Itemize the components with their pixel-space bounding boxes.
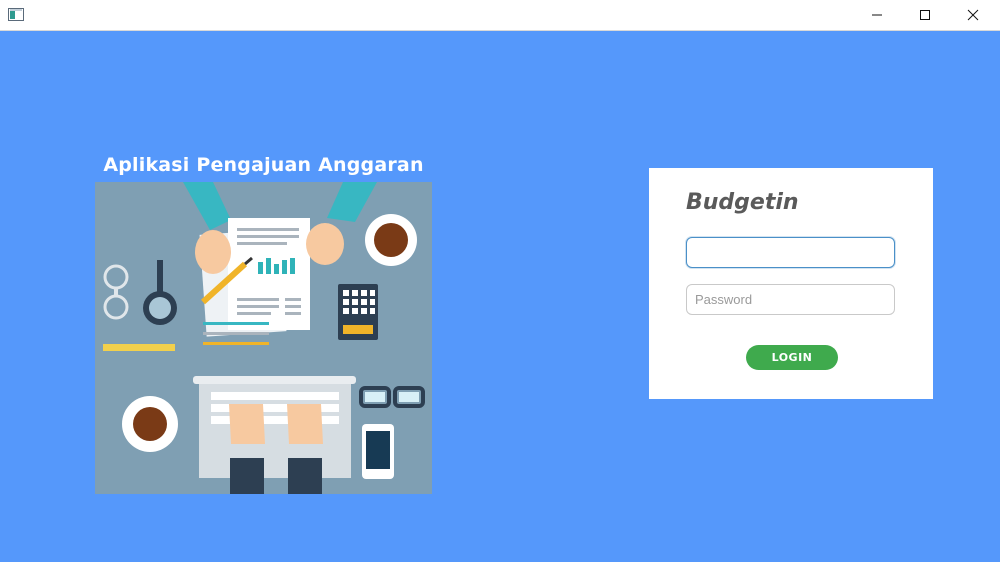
username-input[interactable] [686,237,895,268]
app-window-icon [8,8,24,21]
minimize-button[interactable] [854,0,900,30]
password-input[interactable] [686,284,895,315]
minimize-icon [872,14,882,16]
office-desk-illustration [95,182,432,494]
app-title: Aplikasi Pengajuan Anggaran [103,154,424,176]
close-icon [967,9,979,21]
login-button[interactable]: LOGIN [746,345,838,370]
maximize-button[interactable] [902,0,948,30]
title-bar [0,0,1000,31]
close-button[interactable] [950,0,996,30]
login-card: Budgetin LOGIN [649,168,933,399]
maximize-icon [920,10,930,20]
brand-title: Budgetin [686,190,799,215]
